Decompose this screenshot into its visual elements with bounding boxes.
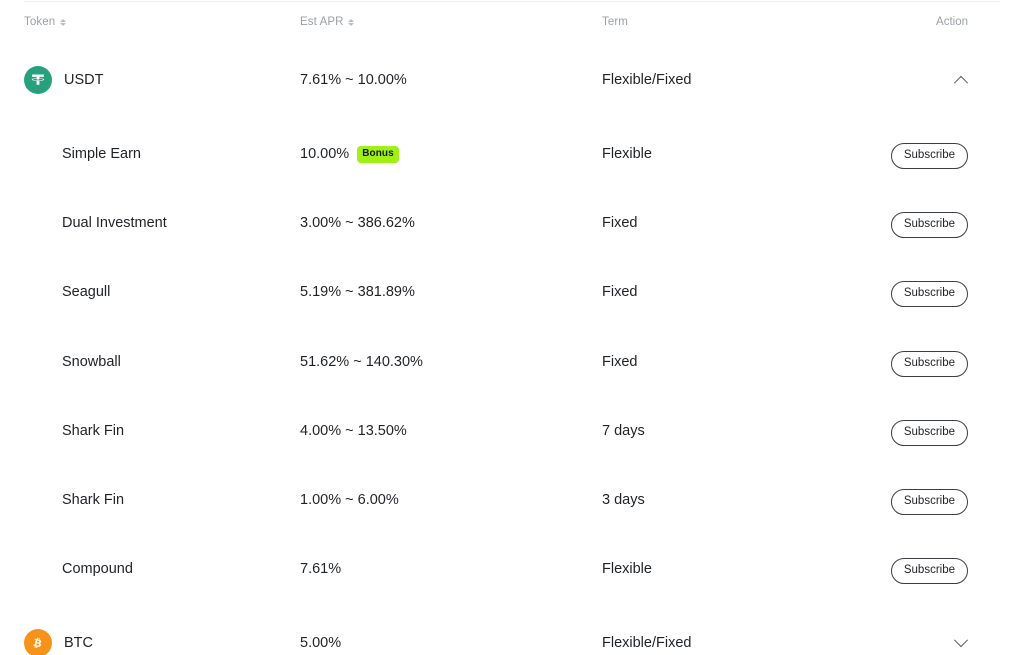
product-apr-value: 7.61% bbox=[300, 561, 342, 577]
product-name: Shark Fin bbox=[62, 492, 125, 508]
column-header-term-label: Term bbox=[602, 16, 628, 28]
product-term: 7 days bbox=[602, 423, 645, 439]
token-group-row-btc[interactable]: BTC 5.00% Flexible/Fixed bbox=[0, 621, 1024, 655]
product-term: Fixed bbox=[602, 215, 638, 231]
product-action-cell: Subscribe bbox=[890, 205, 968, 245]
product-apr-cell: 7.61% bbox=[300, 549, 341, 589]
product-apr-cell: 51.62% ~ 140.30% bbox=[300, 342, 423, 382]
column-header-action: Action bbox=[936, 16, 968, 28]
product-apr-cell: 1.00% ~ 6.00% bbox=[300, 480, 399, 520]
column-header-token[interactable]: Token bbox=[24, 16, 66, 29]
product-action-cell: Subscribe bbox=[890, 482, 968, 522]
subscribe-button[interactable]: Subscribe bbox=[890, 558, 968, 584]
token-apr-usdt: 7.61% ~ 10.00% bbox=[300, 72, 407, 88]
product-term: 3 days bbox=[602, 492, 645, 508]
btc-bitcoin-icon bbox=[24, 629, 52, 655]
product-row: Dual Investment 3.00% ~ 386.62% Fixed Su… bbox=[0, 203, 1024, 243]
product-row: Compound 7.61% Flexible Subscribe bbox=[0, 549, 1024, 589]
product-term: Fixed bbox=[602, 354, 638, 370]
subscribe-button[interactable]: Subscribe bbox=[890, 420, 968, 446]
table-header-row: Token Est APR Term Action bbox=[0, 0, 1024, 44]
token-term-usdt: Flexible/Fixed bbox=[602, 72, 692, 88]
column-header-est-apr[interactable]: Est APR bbox=[300, 16, 355, 29]
product-row: Simple Earn 10.00% Bonus Flexible Subscr… bbox=[0, 134, 1024, 174]
product-name: Seagull bbox=[62, 284, 111, 300]
token-cell-btc: BTC bbox=[24, 621, 93, 655]
chevron-up-icon[interactable] bbox=[948, 58, 974, 102]
chevron-down-icon[interactable] bbox=[948, 621, 974, 655]
token-cell-usdt: USDT bbox=[24, 58, 103, 102]
product-action-cell: Subscribe bbox=[890, 136, 968, 176]
product-apr-cell: 3.00% ~ 386.62% bbox=[300, 203, 415, 243]
product-apr-value: 3.00% ~ 386.62% bbox=[300, 215, 415, 231]
product-apr-cell: 5.19% ~ 381.89% bbox=[300, 272, 415, 312]
token-name-btc: BTC bbox=[64, 635, 93, 651]
product-action-cell: Subscribe bbox=[890, 344, 968, 384]
product-apr-value: 10.00% bbox=[300, 146, 350, 162]
column-header-est-apr-label: Est APR bbox=[300, 16, 344, 28]
product-row: Snowball 51.62% ~ 140.30% Fixed Subscrib… bbox=[0, 342, 1024, 382]
sort-updown-icon[interactable] bbox=[348, 17, 355, 28]
product-name: Simple Earn bbox=[62, 146, 141, 162]
product-name: Shark Fin bbox=[62, 423, 125, 439]
product-term: Fixed bbox=[602, 284, 638, 300]
product-action-cell: Subscribe bbox=[890, 551, 968, 591]
column-header-token-label: Token bbox=[24, 16, 56, 28]
product-name: Compound bbox=[62, 561, 133, 577]
usdt-tether-icon bbox=[24, 66, 52, 94]
product-term: Flexible bbox=[602, 146, 652, 162]
subscribe-button[interactable]: Subscribe bbox=[890, 351, 968, 377]
product-row: Seagull 5.19% ~ 381.89% Fixed Subscribe bbox=[0, 272, 1024, 312]
sort-updown-icon[interactable] bbox=[59, 17, 66, 28]
subscribe-button[interactable]: Subscribe bbox=[890, 212, 968, 238]
product-apr-value: 4.00% ~ 13.50% bbox=[300, 423, 407, 439]
product-row: Shark Fin 1.00% ~ 6.00% 3 days Subscribe bbox=[0, 480, 1024, 520]
product-action-cell: Subscribe bbox=[890, 274, 968, 314]
product-apr-value: 5.19% ~ 381.89% bbox=[300, 284, 415, 300]
token-term-btc: Flexible/Fixed bbox=[602, 635, 692, 651]
token-name-usdt: USDT bbox=[64, 72, 104, 88]
product-action-cell: Subscribe bbox=[890, 413, 968, 453]
product-apr-value: 1.00% ~ 6.00% bbox=[300, 492, 399, 508]
column-header-term: Term bbox=[602, 16, 628, 29]
bonus-badge: Bonus bbox=[357, 145, 399, 163]
product-row: Shark Fin 4.00% ~ 13.50% 7 days Subscrib… bbox=[0, 411, 1024, 451]
product-apr-cell: 10.00% Bonus bbox=[300, 134, 399, 174]
token-group-row-usdt[interactable]: USDT 7.61% ~ 10.00% Flexible/Fixed bbox=[0, 58, 1024, 102]
earn-products-table: Token Est APR Term Action USDT 7.61% ~ 1… bbox=[0, 0, 1024, 655]
product-name: Snowball bbox=[62, 354, 121, 370]
subscribe-button[interactable]: Subscribe bbox=[890, 281, 968, 307]
product-apr-cell: 4.00% ~ 13.50% bbox=[300, 411, 407, 451]
product-apr-value: 51.62% ~ 140.30% bbox=[300, 354, 423, 370]
product-term: Flexible bbox=[602, 561, 652, 577]
product-name: Dual Investment bbox=[62, 215, 167, 231]
subscribe-button[interactable]: Subscribe bbox=[890, 489, 968, 515]
subscribe-button[interactable]: Subscribe bbox=[890, 143, 968, 169]
token-apr-btc: 5.00% bbox=[300, 635, 342, 651]
